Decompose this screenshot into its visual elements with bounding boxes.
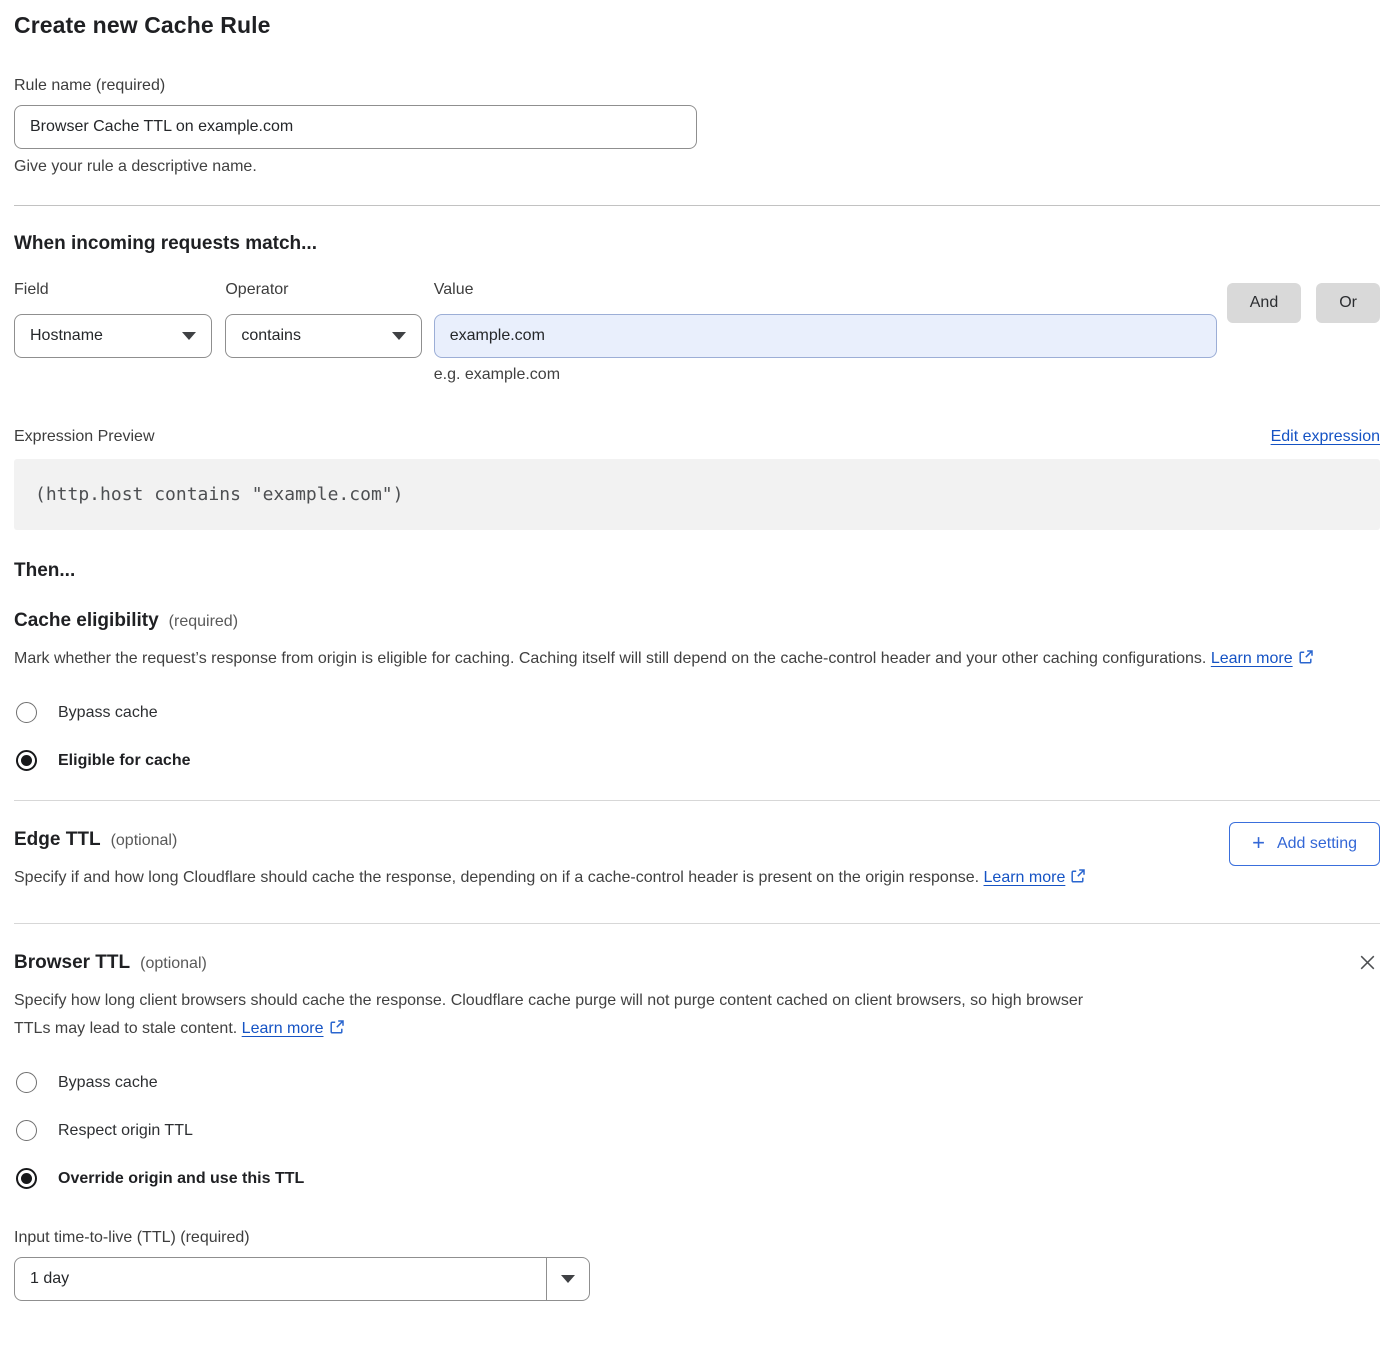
cache-eligibility-title: Cache eligibility (14, 610, 159, 632)
ttl-select-arrow-zone[interactable] (546, 1258, 589, 1300)
option-override-origin-ttl[interactable]: Override origin and use this TTL (14, 1168, 1380, 1189)
value-input[interactable] (434, 314, 1217, 358)
cache-eligibility-description: Mark whether the request’s response from… (14, 645, 1359, 675)
section-divider (14, 205, 1380, 206)
cache-eligibility-description-text: Mark whether the request’s response from… (14, 650, 1206, 667)
operator-select-value: contains (241, 327, 301, 345)
external-link-icon (1298, 647, 1314, 675)
cache-eligibility-header: Cache eligibility (required) (14, 610, 1380, 632)
edge-ttl-description: Specify if and how long Cloudflare shoul… (14, 864, 1086, 894)
edge-ttl-title: Edge TTL (14, 829, 101, 851)
expression-preview-row: Expression Preview Edit expression (14, 428, 1380, 446)
radio-button[interactable] (16, 750, 37, 771)
radio-button[interactable] (16, 1168, 37, 1189)
expression-preview-label: Expression Preview (14, 428, 155, 446)
chevron-down-icon (561, 1275, 575, 1283)
field-select-value: Hostname (30, 327, 103, 345)
edit-expression-link[interactable]: Edit expression (1271, 428, 1380, 446)
browser-ttl-options: Bypass cache Respect origin TTL Override… (14, 1072, 1380, 1189)
ttl-input-label: Input time-to-live (TTL) (required) (14, 1229, 1380, 1247)
option-label: Eligible for cache (58, 752, 190, 770)
browser-ttl-description-text: Specify how long client browsers should … (14, 992, 1083, 1037)
ttl-select[interactable]: 1 day (14, 1257, 590, 1301)
option-eligible-for-cache[interactable]: Eligible for cache (14, 750, 1380, 771)
field-label: Field (14, 281, 212, 299)
or-button[interactable]: Or (1316, 283, 1380, 323)
option-label: Override origin and use this TTL (58, 1170, 304, 1188)
optional-badge: (optional) (111, 832, 178, 850)
option-respect-origin-ttl[interactable]: Respect origin TTL (14, 1120, 1380, 1141)
learn-more-link[interactable]: Learn more (984, 869, 1066, 886)
plus-icon: + (1252, 832, 1265, 854)
external-link-icon (329, 1017, 345, 1045)
match-heading: When incoming requests match... (14, 233, 1380, 255)
option-bypass-cache[interactable]: Bypass cache (14, 702, 1380, 723)
optional-badge: (optional) (140, 955, 207, 973)
add-setting-button[interactable]: + Add setting (1229, 822, 1380, 866)
chevron-down-icon (182, 332, 196, 340)
value-label: Value (434, 281, 1217, 299)
field-select[interactable]: Hostname (14, 314, 212, 358)
required-badge: (required) (169, 613, 238, 631)
add-setting-label: Add setting (1277, 835, 1357, 853)
expression-code: (http.host contains "example.com") (14, 459, 1380, 530)
edge-ttl-section: Edge TTL (optional) Specify if and how l… (14, 801, 1380, 894)
chevron-down-icon (392, 332, 406, 340)
rule-name-help: Give your rule a descriptive name. (14, 158, 1380, 176)
learn-more-link[interactable]: Learn more (242, 1020, 324, 1037)
ttl-select-value: 1 day (15, 1258, 546, 1300)
cache-eligibility-options: Bypass cache Eligible for cache (14, 702, 1380, 771)
option-bypass-cache[interactable]: Bypass cache (14, 1072, 1380, 1093)
radio-button[interactable] (16, 702, 37, 723)
match-condition-row: Field Hostname Operator contains Value e… (14, 281, 1380, 384)
radio-button[interactable] (16, 1072, 37, 1093)
option-label: Bypass cache (58, 704, 158, 722)
and-button[interactable]: And (1227, 283, 1301, 323)
radio-button[interactable] (16, 1120, 37, 1141)
create-cache-rule-form: Create new Cache Rule Rule name (require… (0, 0, 1400, 1321)
page-title: Create new Cache Rule (14, 12, 1380, 39)
edge-ttl-header: Edge TTL (optional) (14, 829, 1086, 851)
browser-ttl-header: Browser TTL (optional) (14, 952, 1104, 974)
remove-browser-ttl-button[interactable] (1355, 950, 1380, 975)
operator-label: Operator (225, 281, 421, 299)
then-heading: Then... (14, 560, 1380, 582)
browser-ttl-title: Browser TTL (14, 952, 130, 974)
learn-more-link[interactable]: Learn more (1211, 650, 1293, 667)
external-link-icon (1070, 866, 1086, 894)
value-help: e.g. example.com (434, 366, 1217, 384)
rule-name-input[interactable] (14, 105, 697, 149)
edge-ttl-description-text: Specify if and how long Cloudflare shoul… (14, 869, 979, 886)
option-label: Bypass cache (58, 1074, 158, 1092)
browser-ttl-section: Browser TTL (optional) Specify how long … (14, 924, 1380, 1045)
close-icon (1357, 961, 1378, 976)
operator-select[interactable]: contains (225, 314, 421, 358)
option-label: Respect origin TTL (58, 1122, 193, 1140)
rule-name-label: Rule name (required) (14, 77, 1380, 95)
browser-ttl-description: Specify how long client browsers should … (14, 987, 1104, 1045)
